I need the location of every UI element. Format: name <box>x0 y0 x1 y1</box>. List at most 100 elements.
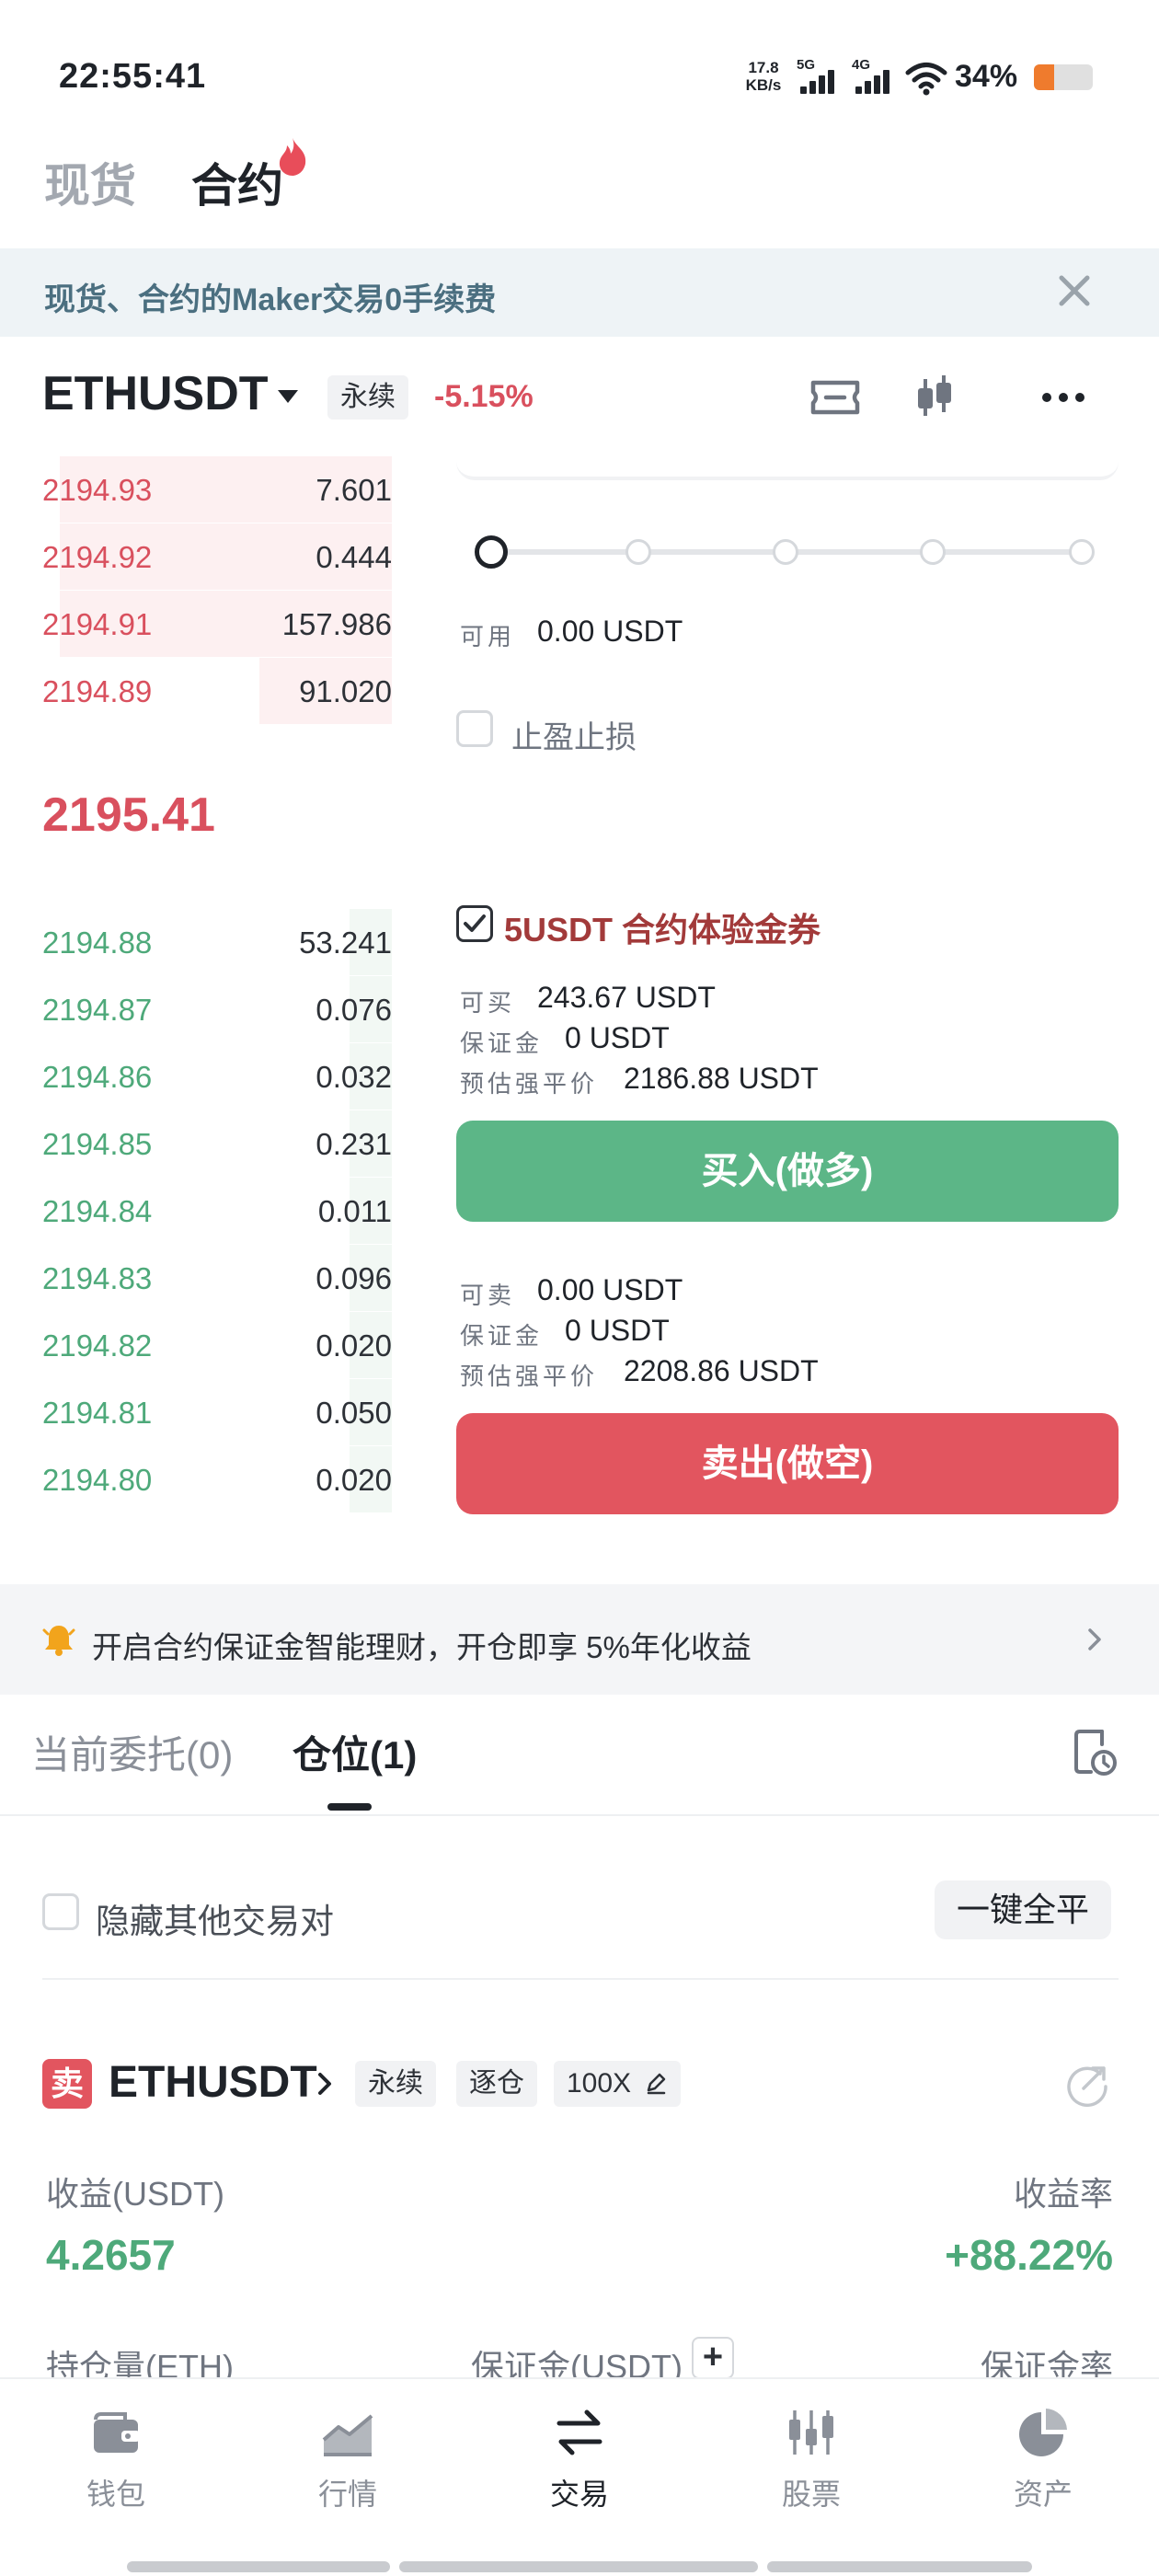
wifi-icon <box>905 63 947 96</box>
buy-margin-value: 0 USDT <box>565 1021 670 1054</box>
tab-spot[interactable]: 现货 <box>44 149 136 215</box>
max-sell-value: 0.00 USDT <box>537 1273 683 1306</box>
notice-text: 开启合约保证金智能理财，开仓即享 5%年化收益 <box>92 1630 752 1664</box>
tp-sl-checkbox[interactable] <box>456 710 493 747</box>
chart-icon <box>322 2414 373 2456</box>
slider-step-100[interactable] <box>1069 539 1095 565</box>
tab-positions[interactable]: 仓位(1) <box>293 1724 417 1780</box>
bid-row[interactable]: 2194.81 0.050 <box>42 1379 392 1445</box>
available-label: 可用 <box>460 623 516 650</box>
nav-stocks[interactable]: 股票 <box>719 2403 903 2513</box>
ticket-icon[interactable] <box>806 368 865 427</box>
slider-step-50[interactable] <box>773 539 798 565</box>
bid-row[interactable]: 2194.88 53.241 <box>42 909 392 975</box>
pnl-label: 收益(USDT) <box>46 2175 224 2213</box>
ask-row[interactable]: 2194.91 157.986 <box>42 591 392 657</box>
bid-row[interactable]: 2194.86 0.032 <box>42 1043 392 1110</box>
home-indicator[interactable] <box>127 2561 1032 2572</box>
bell-icon <box>42 1626 75 1656</box>
bid-row[interactable]: 2194.84 0.011 <box>42 1178 392 1244</box>
roe-value: +88.22% <box>945 2231 1113 2279</box>
share-icon[interactable] <box>1063 2061 1111 2109</box>
available-value: 0.00 USDT <box>537 615 683 648</box>
swap-icon <box>557 2409 602 2455</box>
more-icon[interactable] <box>1034 368 1093 427</box>
nav-trade[interactable]: 交易 <box>488 2403 671 2513</box>
bottom-nav: 钱包 行情 交易 股票 资产 <box>0 2377 1159 2576</box>
amount-slider-thumb[interactable] <box>475 535 508 569</box>
divider <box>42 1978 1119 1980</box>
position-side-badge: 卖 <box>42 2059 92 2109</box>
pnl-value: 4.2657 <box>46 2231 176 2279</box>
buy-long-button[interactable]: 买入(做多) <box>456 1121 1119 1222</box>
promo-text: 现货、合约的Maker交易0手续费 <box>44 282 497 317</box>
margin-mode-tag: 逐仓 <box>456 2061 537 2107</box>
nav-assets[interactable]: 资产 <box>951 2403 1135 2513</box>
bid-row[interactable]: 2194.80 0.020 <box>42 1446 392 1512</box>
notice-bar[interactable]: 开启合约保证金智能理财，开仓即享 5%年化收益 <box>0 1584 1159 1695</box>
bid-row[interactable]: 2194.83 0.096 <box>42 1245 392 1311</box>
chevron-right-icon[interactable] <box>1078 1623 1111 1656</box>
add-margin-button[interactable]: + <box>692 2337 734 2379</box>
tab-futures[interactable]: 合约 <box>191 149 283 215</box>
divider <box>0 1814 1159 1816</box>
tab-active-indicator <box>327 1803 372 1811</box>
slider-step-75[interactable] <box>920 539 946 565</box>
roe-label: 收益率 <box>1013 2175 1113 2213</box>
nav-wallet[interactable]: 钱包 <box>24 2403 208 2513</box>
battery-icon <box>1034 64 1093 90</box>
max-sell-label: 可卖 <box>460 1282 516 1309</box>
order-history-icon[interactable] <box>1071 1726 1119 1777</box>
checkmark-icon <box>464 914 486 932</box>
sell-liq-price-value: 2208.86 USDT <box>624 1354 819 1387</box>
slider-step-25[interactable] <box>625 539 651 565</box>
contract-type-tag: 永续 <box>327 375 408 420</box>
wallet-icon <box>94 2412 140 2453</box>
sell-liq-price-label: 预估强平价 <box>460 1363 599 1390</box>
close-all-button[interactable]: 一键全平 <box>935 1880 1112 1939</box>
max-buy-value: 243.67 USDT <box>537 981 716 1014</box>
caret-down-icon[interactable] <box>278 390 298 403</box>
promo-banner[interactable]: 现货、合约的Maker交易0手续费 <box>0 248 1159 337</box>
symbol-selector[interactable]: ETHUSDT <box>42 366 269 421</box>
voucher-label[interactable]: 5USDT 合约体验金券 <box>504 903 820 951</box>
hide-other-pairs-checkbox[interactable] <box>42 1893 79 1930</box>
nav-markets[interactable]: 行情 <box>256 2403 440 2513</box>
position-symbol[interactable]: ETHUSDT <box>109 2057 317 2108</box>
voucher-checkbox[interactable] <box>456 905 493 942</box>
net-speed: 17.8 KB/s <box>745 59 782 94</box>
order-input-bottom-edge <box>456 443 1119 480</box>
signal-4g-icon: 4G <box>852 57 900 98</box>
ask-row[interactable]: 2194.92 0.444 <box>42 523 392 590</box>
bid-row[interactable]: 2194.85 0.231 <box>42 1110 392 1177</box>
price-change: -5.15% <box>434 379 534 414</box>
battery-percent: 34% <box>955 59 1018 94</box>
pie-icon <box>1019 2409 1067 2456</box>
candlestick-icon[interactable] <box>905 368 964 427</box>
close-icon[interactable] <box>1050 267 1098 315</box>
buy-liq-price-label: 预估强平价 <box>460 1070 599 1098</box>
buy-liq-price-value: 2186.88 USDT <box>624 1062 819 1095</box>
status-time: 22:55:41 <box>59 57 207 96</box>
bid-row[interactable]: 2194.82 0.020 <box>42 1312 392 1378</box>
last-price[interactable]: 2195.41 <box>42 788 215 843</box>
signal-5g-icon: 5G <box>797 57 844 98</box>
tab-open-orders[interactable]: 当前委托(0) <box>31 1724 233 1780</box>
hide-other-pairs-label[interactable]: 隐藏其他交易对 <box>96 1893 334 1943</box>
sell-margin-label: 保证金 <box>460 1322 544 1350</box>
leverage-tag[interactable]: 100X <box>554 2061 682 2107</box>
status-bar: 22:55:41 17.8 KB/s 5G 4G 34% <box>0 0 1159 147</box>
flame-icon <box>279 138 306 176</box>
chevron-right-icon[interactable] <box>315 2070 337 2098</box>
max-buy-label: 可买 <box>460 989 516 1017</box>
bid-row[interactable]: 2194.87 0.076 <box>42 976 392 1042</box>
stocks-icon <box>789 2410 833 2455</box>
ask-row[interactable]: 2194.89 91.020 <box>42 658 392 724</box>
position-type-tag: 永续 <box>355 2061 436 2107</box>
edit-icon <box>648 2073 666 2095</box>
ask-row[interactable]: 2194.93 7.601 <box>42 456 392 523</box>
buy-margin-label: 保证金 <box>460 1029 544 1057</box>
sell-short-button[interactable]: 卖出(做空) <box>456 1413 1119 1514</box>
tp-sl-label[interactable]: 止盈止损 <box>511 712 637 757</box>
sell-margin-value: 0 USDT <box>565 1314 670 1347</box>
